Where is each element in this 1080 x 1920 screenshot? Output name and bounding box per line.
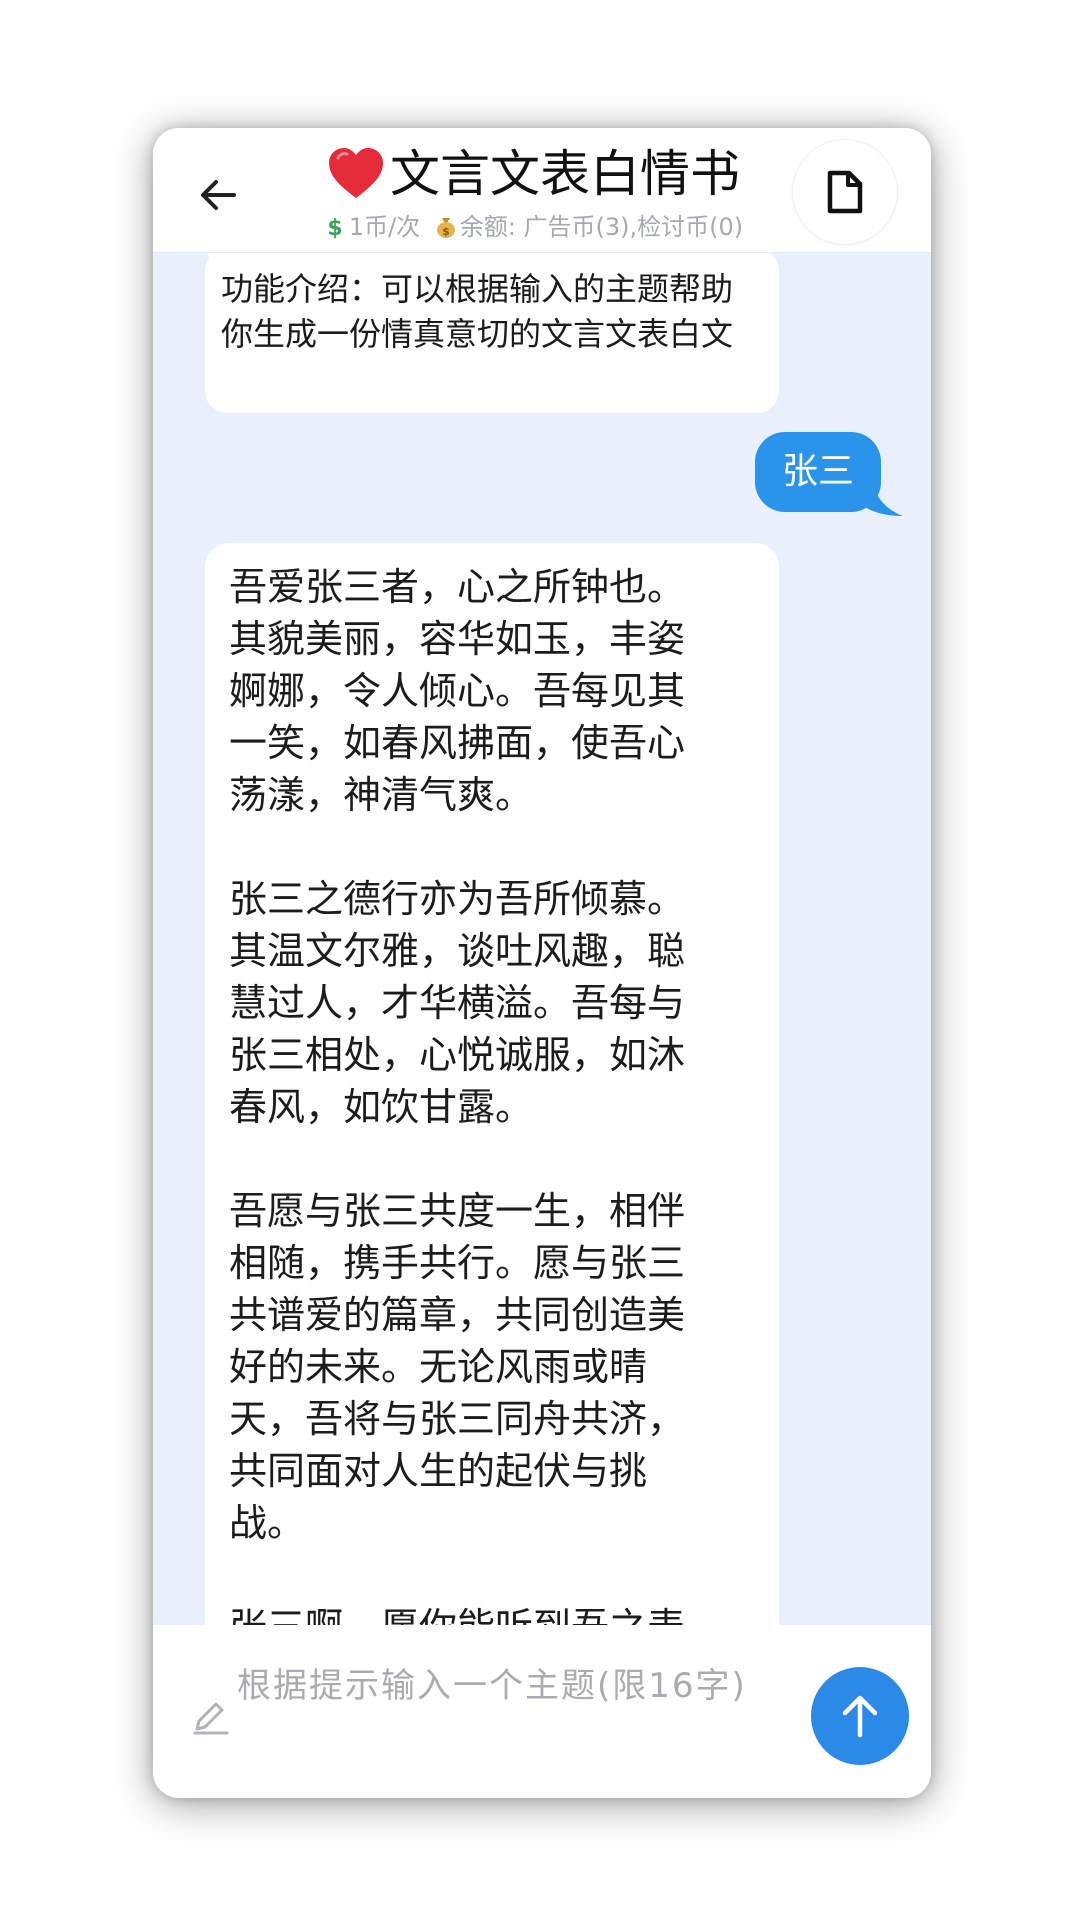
- balance-label: 余额: 广告币(3),检讨币(0): [459, 213, 744, 241]
- dollar-icon: $: [323, 215, 347, 241]
- price-label: 1币/次: [348, 213, 421, 241]
- input-bar: [153, 1625, 931, 1798]
- svg-text:$: $: [442, 225, 450, 238]
- heart-icon: [326, 146, 386, 202]
- intro-message: 功能介绍：可以根据输入的主题帮助你生成一份情真意切的文言文表白文: [205, 253, 779, 413]
- header-bar: 文言文表白情书 $ 1币/次 $ 余额: 广告币(3),检讨币(0): [153, 128, 931, 253]
- back-button[interactable]: [191, 168, 245, 222]
- arrow-up-icon: [842, 1695, 878, 1738]
- user-message-text: 张三: [781, 451, 854, 492]
- arrow-left-icon: [201, 180, 236, 210]
- price-balance-info: $ 1币/次 $ 余额: 广告币(3),检讨币(0): [303, 212, 763, 242]
- reply-paragraph: 吾爱张三者，心之所钟也。其貌美丽，容华如玉，丰姿婀娜，令人倾心。吾每见其一笑，如…: [229, 565, 686, 817]
- page-title: 文言文表白情书: [303, 142, 763, 206]
- app-window: 文言文表白情书 $ 1币/次 $ 余额: 广告币(3),检讨币(0) 功能介绍：…: [153, 128, 931, 1798]
- send-button[interactable]: [811, 1667, 909, 1765]
- reply-paragraph: 张三之德行亦为吾所倾慕。其温文尔雅，谈吐风趣，聪慧过人，才华横溢。吾每与张三相处…: [229, 877, 686, 1129]
- topic-input[interactable]: [237, 1663, 757, 1763]
- intro-text: 功能介绍：可以根据输入的主题帮助你生成一份情真意切的文言文表白文: [221, 270, 734, 353]
- title-label: 文言文表白情书: [390, 145, 740, 203]
- document-button[interactable]: [793, 140, 897, 244]
- reply-message: 吾爱张三者，心之所钟也。其貌美丽，容华如玉，丰姿婀娜，令人倾心。吾每见其一笑，如…: [205, 543, 779, 1743]
- reply-paragraph: 吾愿与张三共度一生，相伴相随，携手共行。愿与张三共谱爱的篇章，共同创造美好的未来…: [229, 1189, 686, 1545]
- user-bubble-tail: [859, 480, 903, 516]
- svg-text:$: $: [327, 216, 342, 239]
- document-icon: [827, 170, 863, 214]
- money-bag-icon: $: [434, 215, 458, 239]
- pen-icon: [193, 1702, 229, 1735]
- chat-area[interactable]: 功能介绍：可以根据输入的主题帮助你生成一份情真意切的文言文表白文 张三 吾爱张三…: [153, 253, 931, 1752]
